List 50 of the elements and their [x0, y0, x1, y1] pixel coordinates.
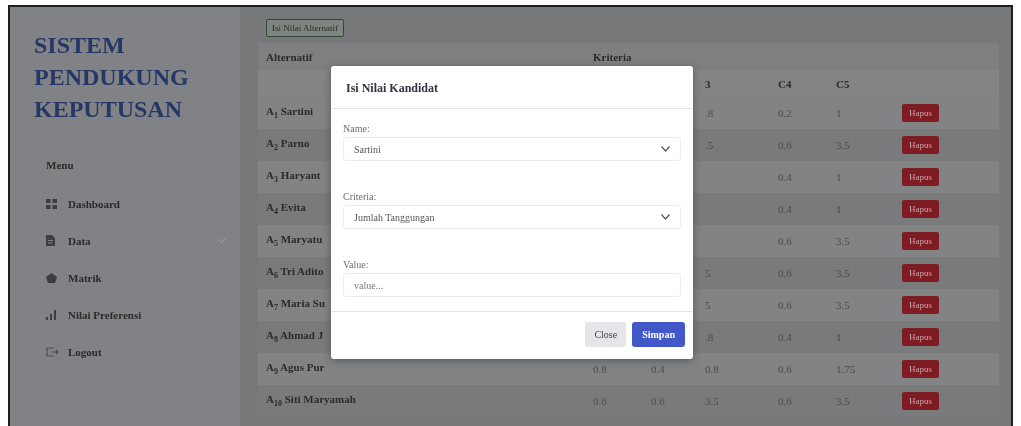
- alternative-name: A$_{6}$ Tri Adito: [266, 265, 324, 281]
- sidebar-item[interactable]: Dashboard: [46, 185, 226, 222]
- column-header: C5: [836, 77, 850, 90]
- alternative-name: A$_{2}$ Parno: [266, 137, 310, 153]
- pentagon-icon: [46, 272, 57, 283]
- alternative-name: A$_{3}$ Haryant: [266, 169, 321, 185]
- select-field[interactable]: Jumlah Tanggungan: [343, 205, 681, 229]
- alternative-name: A$_{9}$ Agus Pur: [266, 361, 325, 377]
- close-button[interactable]: Close: [585, 322, 627, 347]
- alternative-name: A$_{8}$ Ahmad J: [266, 329, 324, 345]
- column-header: 3: [705, 77, 711, 90]
- sidebar-item[interactable]: Matrik: [46, 259, 226, 296]
- column-header: Alternatif: [265, 50, 314, 63]
- delete-button[interactable]: Hapus: [902, 136, 939, 154]
- delete-button[interactable]: Hapus: [902, 296, 939, 314]
- alternative-name: A$_{10}$ Siti Maryamah: [266, 393, 356, 409]
- delete-button[interactable]: Hapus: [902, 168, 939, 186]
- sidebar-item[interactable]: Nilai Preferensi: [46, 296, 226, 333]
- field-label: Name:: [343, 123, 371, 134]
- dashboard-grid-icon: [46, 198, 57, 209]
- menu-heading: Menu: [46, 159, 74, 171]
- bar-chart-icon: [46, 309, 57, 320]
- alternative-name: A$_{7}$ Maria Su: [266, 297, 325, 313]
- sidebar-item[interactable]: Data: [46, 222, 226, 259]
- chevron-down-icon: [661, 146, 670, 152]
- chevron-down-icon: [661, 214, 670, 220]
- sidebar-item[interactable]: Logout: [46, 333, 226, 370]
- delete-button[interactable]: Hapus: [902, 232, 939, 250]
- alternative-name: A$_{4}$ Evita: [266, 201, 306, 217]
- delete-button[interactable]: Hapus: [902, 360, 939, 378]
- chevron-down-icon: [217, 237, 226, 244]
- column-header: C4: [778, 77, 792, 90]
- modal-title: Isi Nilai Kandidat: [346, 81, 439, 95]
- delete-button[interactable]: Hapus: [902, 104, 939, 122]
- app-title: SISTEM PENDUKUNG KEPUTUSAN: [34, 31, 190, 124]
- logout-icon: [46, 346, 59, 357]
- delete-button[interactable]: Hapus: [902, 264, 939, 282]
- input-field[interactable]: value...: [343, 273, 681, 297]
- save-button[interactable]: Simpan: [632, 322, 685, 347]
- select-field[interactable]: Sartini: [343, 137, 681, 161]
- delete-button[interactable]: Hapus: [902, 392, 939, 410]
- column-header: Kriteria: [592, 50, 633, 63]
- document-icon: [46, 235, 55, 246]
- delete-button[interactable]: Hapus: [902, 200, 939, 218]
- field-label: Value:: [343, 259, 370, 270]
- field-label: Criteria:: [343, 191, 378, 202]
- add-alternative-button[interactable]: Isi Nilai Alternatif: [266, 19, 344, 37]
- alternative-name: A$_{5}$ Maryatu: [266, 233, 323, 249]
- delete-button[interactable]: Hapus: [902, 328, 939, 346]
- alternative-name: A$_{1}$ Sartini: [266, 105, 314, 121]
